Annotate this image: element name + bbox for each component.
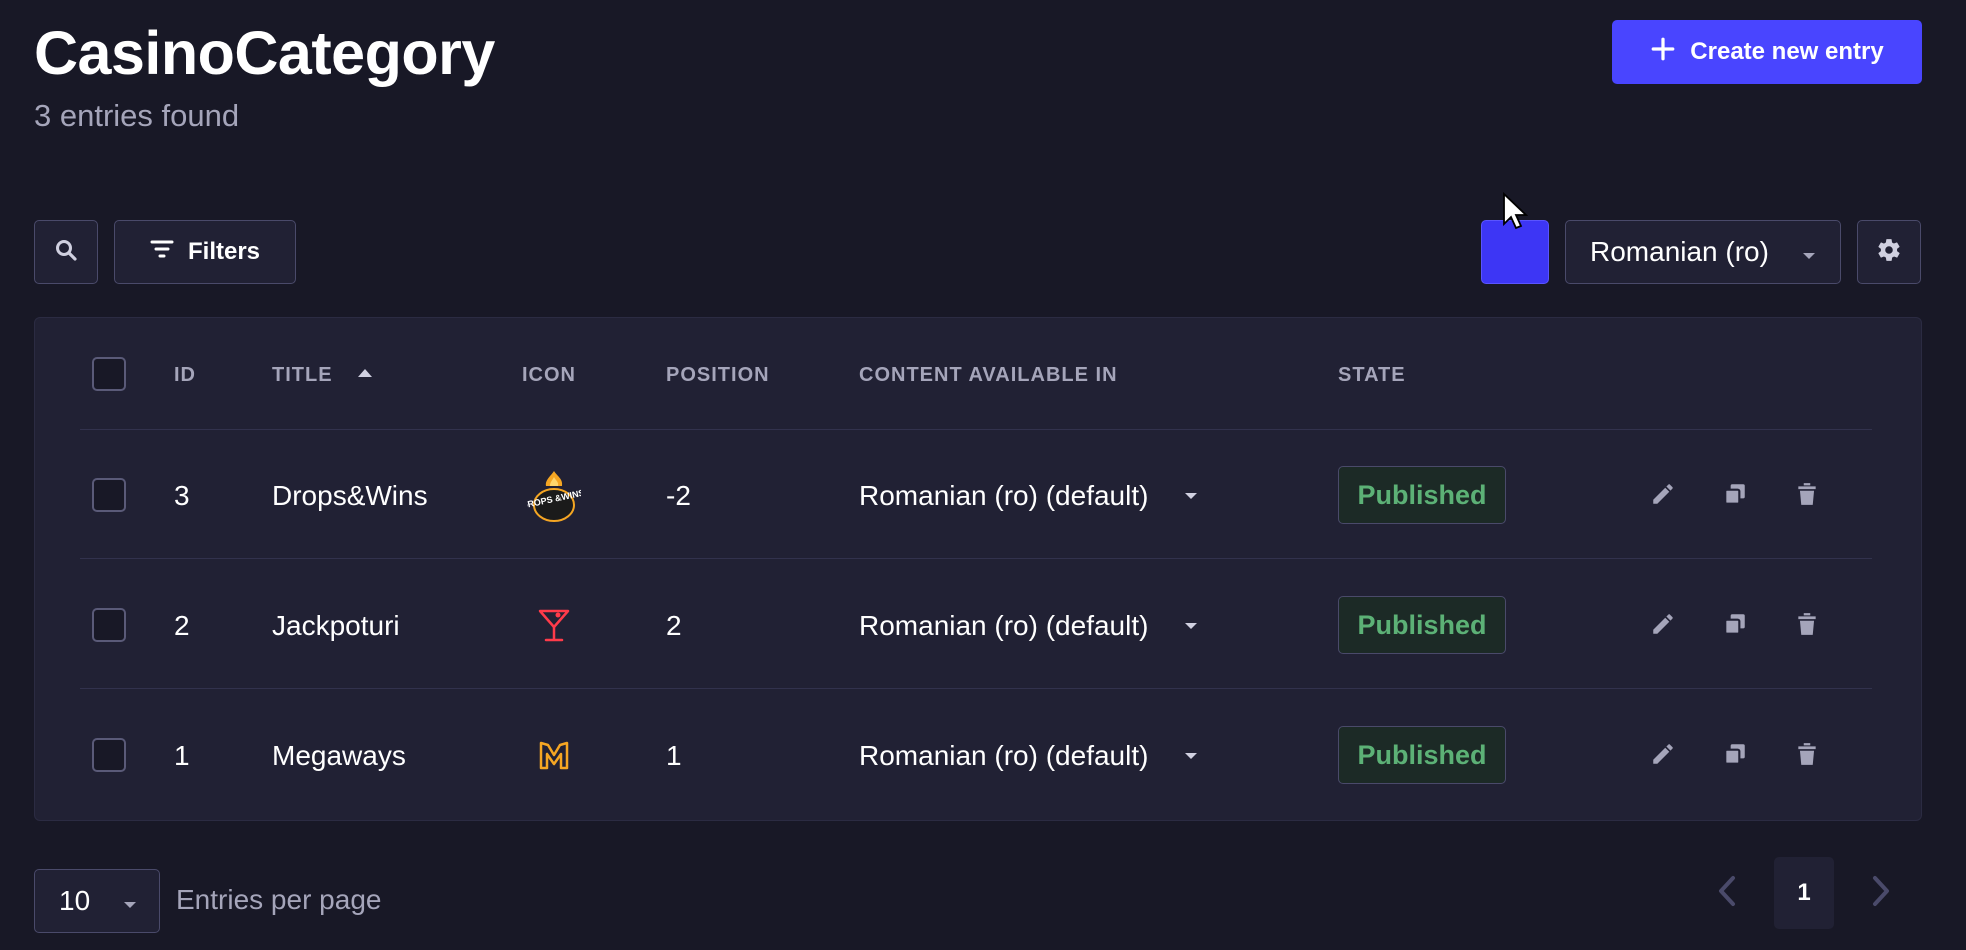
column-header-position[interactable]: POSITION bbox=[666, 364, 770, 387]
pencil-icon bbox=[1650, 611, 1676, 642]
row-position: 2 bbox=[666, 610, 682, 641]
select-all-checkbox[interactable] bbox=[92, 357, 126, 391]
megaways-m-icon bbox=[527, 728, 581, 782]
plus-icon bbox=[1650, 36, 1676, 69]
row-content-locale: Romanian (ro) (default) bbox=[859, 740, 1149, 771]
duplicate-button[interactable] bbox=[1715, 736, 1755, 776]
duplicate-button[interactable] bbox=[1715, 606, 1755, 646]
row-content-locale: Romanian (ro) (default) bbox=[859, 480, 1149, 511]
entries-count: 3 entries found bbox=[34, 98, 240, 133]
locale-select[interactable]: Romanian (ro) bbox=[1565, 220, 1841, 284]
mouse-cursor-icon bbox=[1502, 191, 1529, 232]
row-divider bbox=[80, 688, 1872, 689]
search-button[interactable] bbox=[34, 220, 98, 284]
duplicate-icon bbox=[1722, 481, 1748, 512]
delete-button[interactable] bbox=[1787, 736, 1827, 776]
status-badge: Published bbox=[1338, 596, 1506, 654]
delete-button[interactable] bbox=[1787, 606, 1827, 646]
column-header-id[interactable]: ID bbox=[174, 364, 196, 387]
row-divider bbox=[80, 429, 1872, 430]
column-header-content-available-in: CONTENT AVAILABLE IN bbox=[859, 364, 1118, 386]
entries-per-page-value: 10 bbox=[59, 885, 91, 916]
row-checkbox[interactable] bbox=[92, 478, 126, 512]
caret-down-icon bbox=[1802, 236, 1816, 268]
row-id: 1 bbox=[174, 740, 190, 771]
content-locale-caret-icon[interactable] bbox=[1178, 613, 1204, 639]
duplicate-icon bbox=[1722, 611, 1748, 642]
cocktail-glass-icon bbox=[527, 598, 581, 652]
row-id: 3 bbox=[174, 480, 190, 511]
column-header-icon: ICON bbox=[522, 364, 576, 386]
entries-per-page-label: Entries per page bbox=[176, 884, 382, 915]
caret-down-icon bbox=[123, 885, 137, 917]
edit-button[interactable] bbox=[1643, 606, 1683, 646]
page-1-button[interactable]: 1 bbox=[1774, 857, 1834, 929]
trash-icon bbox=[1794, 481, 1820, 512]
chevron-left-icon bbox=[1717, 875, 1737, 912]
content-locale-caret-icon[interactable] bbox=[1178, 483, 1204, 509]
previous-page-button[interactable] bbox=[1702, 866, 1752, 920]
locale-value: Romanian (ro) bbox=[1590, 236, 1769, 267]
search-icon bbox=[54, 238, 78, 267]
page-title: CasinoCategory bbox=[34, 19, 495, 87]
duplicate-button[interactable] bbox=[1715, 476, 1755, 516]
filter-icon bbox=[150, 238, 174, 267]
filters-button[interactable]: Filters bbox=[114, 220, 296, 284]
row-content-locale: Romanian (ro) (default) bbox=[859, 610, 1149, 641]
filters-label: Filters bbox=[187, 238, 261, 265]
row-checkbox[interactable] bbox=[92, 738, 126, 772]
column-header-title[interactable]: TITLE bbox=[272, 364, 333, 387]
row-title: Drops&Wins bbox=[272, 480, 428, 511]
row-id: 2 bbox=[174, 610, 190, 641]
status-badge: Published bbox=[1338, 466, 1506, 524]
settings-button[interactable] bbox=[1857, 220, 1921, 284]
content-locale-caret-icon[interactable] bbox=[1178, 743, 1204, 769]
duplicate-icon bbox=[1722, 741, 1748, 772]
row-position: 1 bbox=[666, 740, 682, 771]
pencil-icon bbox=[1650, 741, 1676, 772]
pencil-icon bbox=[1650, 481, 1676, 512]
gear-icon bbox=[1876, 237, 1902, 268]
chevron-right-icon bbox=[1871, 875, 1891, 912]
row-title: Megaways bbox=[272, 740, 406, 771]
delete-button[interactable] bbox=[1787, 476, 1827, 516]
row-title: Jackpoturi bbox=[272, 610, 400, 641]
sort-ascending-icon[interactable] bbox=[357, 366, 373, 384]
row-position: -2 bbox=[666, 480, 691, 511]
trash-icon bbox=[1794, 611, 1820, 642]
trash-icon bbox=[1794, 741, 1820, 772]
drops-wins-icon: DROPS &WINS bbox=[527, 469, 581, 523]
status-badge: Published bbox=[1338, 726, 1506, 784]
create-new-entry-label: Create new entry bbox=[1690, 38, 1884, 65]
next-page-button[interactable] bbox=[1856, 866, 1906, 920]
column-header-state: STATE bbox=[1338, 364, 1406, 386]
edit-button[interactable] bbox=[1643, 736, 1683, 776]
row-checkbox[interactable] bbox=[92, 608, 126, 642]
entries-per-page-select[interactable]: 10 bbox=[34, 869, 160, 933]
row-divider bbox=[80, 558, 1872, 559]
create-new-entry-button[interactable]: Create new entry bbox=[1612, 20, 1922, 84]
edit-button[interactable] bbox=[1643, 476, 1683, 516]
